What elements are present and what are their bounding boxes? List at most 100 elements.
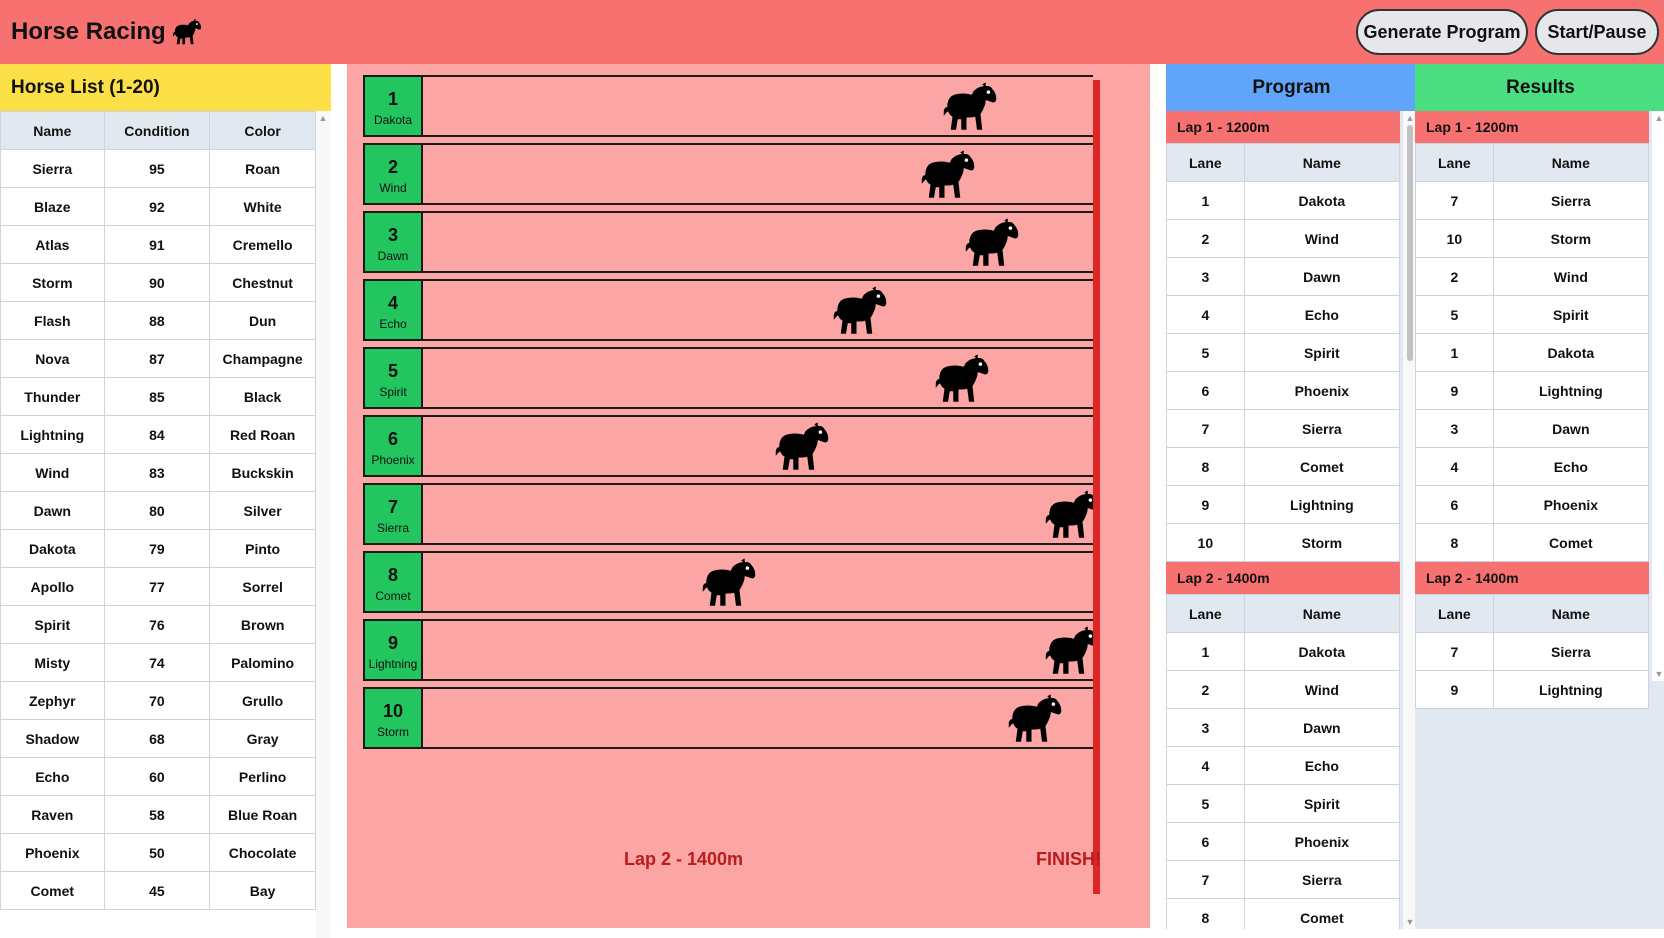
horse-condition-cell: 77: [103, 567, 211, 606]
table-row: 8 Comet: [1166, 447, 1401, 486]
table-row: Misty 74 Palomino: [0, 643, 316, 682]
race-lane: 5 Spirit: [363, 347, 1093, 409]
horse-icon: [964, 217, 1020, 269]
scroll-down-icon[interactable]: ▼: [1652, 667, 1664, 681]
table-row: 4 Echo: [1166, 295, 1401, 334]
start-pause-button[interactable]: Start/Pause: [1535, 9, 1659, 55]
lane-number: 10: [382, 701, 404, 721]
horse-icon: [832, 285, 888, 337]
lane-cell: 6: [1166, 371, 1245, 410]
horse-name-cell: Wind: [0, 453, 105, 492]
results-lap-block: Lap 2 - 1400m Lane Name 7 Sierra 9 Lightning: [1415, 562, 1650, 709]
program-scroll-thumb[interactable]: [1407, 125, 1413, 361]
horse-name-cell: Zephyr: [0, 681, 105, 720]
app-header: Horse Racing Generate Program Start/Paus…: [0, 0, 1664, 64]
table-row: Thunder 85 Black: [0, 377, 316, 416]
horse-condition-cell: 58: [103, 795, 211, 834]
table-row: 4 Echo: [1166, 746, 1401, 785]
lane-cell: 7: [1415, 632, 1494, 671]
table-row: 4 Echo: [1415, 447, 1650, 486]
table-row: 2 Wind: [1415, 257, 1650, 296]
table-row: 5 Spirit: [1415, 295, 1650, 334]
horse-name-cell: Atlas: [0, 225, 105, 264]
race-lane: 10 Storm: [363, 687, 1093, 749]
results-lap-table: Lane Name 7 Sierra 9 Lightning: [1415, 594, 1650, 709]
lane-cell: 10: [1166, 523, 1245, 562]
lane-cell: 4: [1166, 295, 1245, 334]
horse-icon: [774, 421, 830, 473]
lane-label-box: 8 Comet: [363, 553, 423, 611]
horse-name-cell: Dawn: [1243, 708, 1401, 747]
table-row: 10 Storm: [1166, 523, 1401, 562]
scroll-up-icon[interactable]: ▲: [1652, 111, 1664, 125]
finish-label: FINISH!: [1036, 849, 1101, 869]
horse-name-cell: Dakota: [1243, 632, 1401, 671]
table-row: 7 Sierra: [1166, 409, 1401, 448]
table-row: 5 Spirit: [1166, 333, 1401, 372]
horse-name-cell: Sierra: [1492, 181, 1650, 220]
table-row: 1 Dakota: [1415, 333, 1650, 372]
table-row: 1 Dakota: [1166, 181, 1401, 220]
horse-icon: [934, 353, 990, 405]
horse-name-cell: Flash: [0, 301, 105, 340]
lane-number: 3: [387, 225, 398, 245]
table-row: Flash 88 Dun: [0, 301, 316, 340]
lane-cell: 4: [1415, 447, 1494, 486]
lane-cell: 5: [1415, 295, 1494, 334]
horse-list-scrollbar[interactable]: ▲ ▼: [316, 111, 330, 938]
horse-condition-cell: 68: [103, 719, 211, 758]
table-header-row: Lane Name: [1415, 143, 1650, 182]
app-title: Horse Racing: [11, 17, 202, 47]
horse-color-cell: Gray: [209, 719, 316, 758]
horse-name-cell: Spirit: [0, 605, 105, 644]
horse-color-cell: Brown: [209, 605, 316, 644]
horse-condition-cell: 79: [103, 529, 211, 568]
horse-name-cell: Phoenix: [0, 833, 105, 872]
table-row: Lightning 84 Red Roan: [0, 415, 316, 454]
generate-program-button[interactable]: Generate Program: [1356, 9, 1528, 55]
app-title-text: Horse Racing: [11, 18, 166, 45]
horse-icon: [1007, 693, 1063, 745]
horse-name-cell: Shadow: [0, 719, 105, 758]
table-row: Zephyr 70 Grullo: [0, 681, 316, 720]
horse-name-cell: Spirit: [1492, 295, 1650, 334]
horse-condition-cell: 76: [103, 605, 211, 644]
lane-cell: 2: [1415, 257, 1494, 296]
horse-list-scroll[interactable]: Name Condition Color Sierra 95 Roan Blaze 92…: [0, 111, 331, 938]
table-row: Raven 58 Blue Roan: [0, 795, 316, 834]
horse-name-cell: Raven: [0, 795, 105, 834]
table-row: 8 Comet: [1415, 523, 1650, 562]
horse-condition-cell: 50: [103, 833, 211, 872]
horse-color-cell: Chestnut: [209, 263, 316, 302]
race-lane: 7 Sierra: [363, 483, 1093, 545]
lane-horse-name: Comet: [375, 589, 411, 603]
lane-cell: 3: [1166, 708, 1245, 747]
scroll-up-icon[interactable]: ▲: [316, 111, 330, 125]
program-scroll[interactable]: Lap 1 - 1200m Lane Name 1 Dakota 2 Wind 3 Dawn 4 E…: [1166, 111, 1417, 929]
horse-name-cell: Spirit: [1243, 784, 1401, 823]
current-lap-label: Lap 2 - 1400m: [624, 849, 744, 869]
lane-horse-name: Echo: [379, 317, 407, 331]
lane-label-box: 9 Lightning: [363, 621, 423, 679]
table-row: 2 Wind: [1166, 219, 1401, 258]
lane-cell: 2: [1166, 670, 1245, 709]
horse-condition-cell: 80: [103, 491, 211, 530]
horse-color-cell: Perlino: [209, 757, 316, 796]
horse-name-cell: Spirit: [1243, 333, 1401, 372]
horse-icon: [1044, 489, 1100, 541]
horse-name-cell: Lightning: [1492, 371, 1650, 410]
horse-name-cell: Dawn: [0, 491, 105, 530]
table-row: 9 Lightning: [1166, 485, 1401, 524]
program-laps: Lap 1 - 1200m Lane Name 1 Dakota 2 Wind 3 Dawn 4 E…: [1166, 111, 1417, 929]
lane-cell: 7: [1415, 181, 1494, 220]
column-header-name: Name: [1492, 143, 1650, 182]
table-row: 8 Comet: [1166, 898, 1401, 929]
lane-number: 6: [387, 429, 398, 449]
horse-name-cell: Sierra: [0, 149, 105, 188]
horse-name-cell: Sierra: [1243, 860, 1401, 899]
results-scrollbar[interactable]: ▲ ▼: [1652, 111, 1664, 681]
horse-list-header-row: Name Condition Color: [0, 111, 316, 150]
results-scroll[interactable]: Lap 1 - 1200m Lane Name 7 Sierra 10 Storm 2 Wind…: [1415, 111, 1664, 929]
race-lane: 1 Dakota: [363, 75, 1093, 137]
lane-number: 4: [387, 293, 398, 313]
